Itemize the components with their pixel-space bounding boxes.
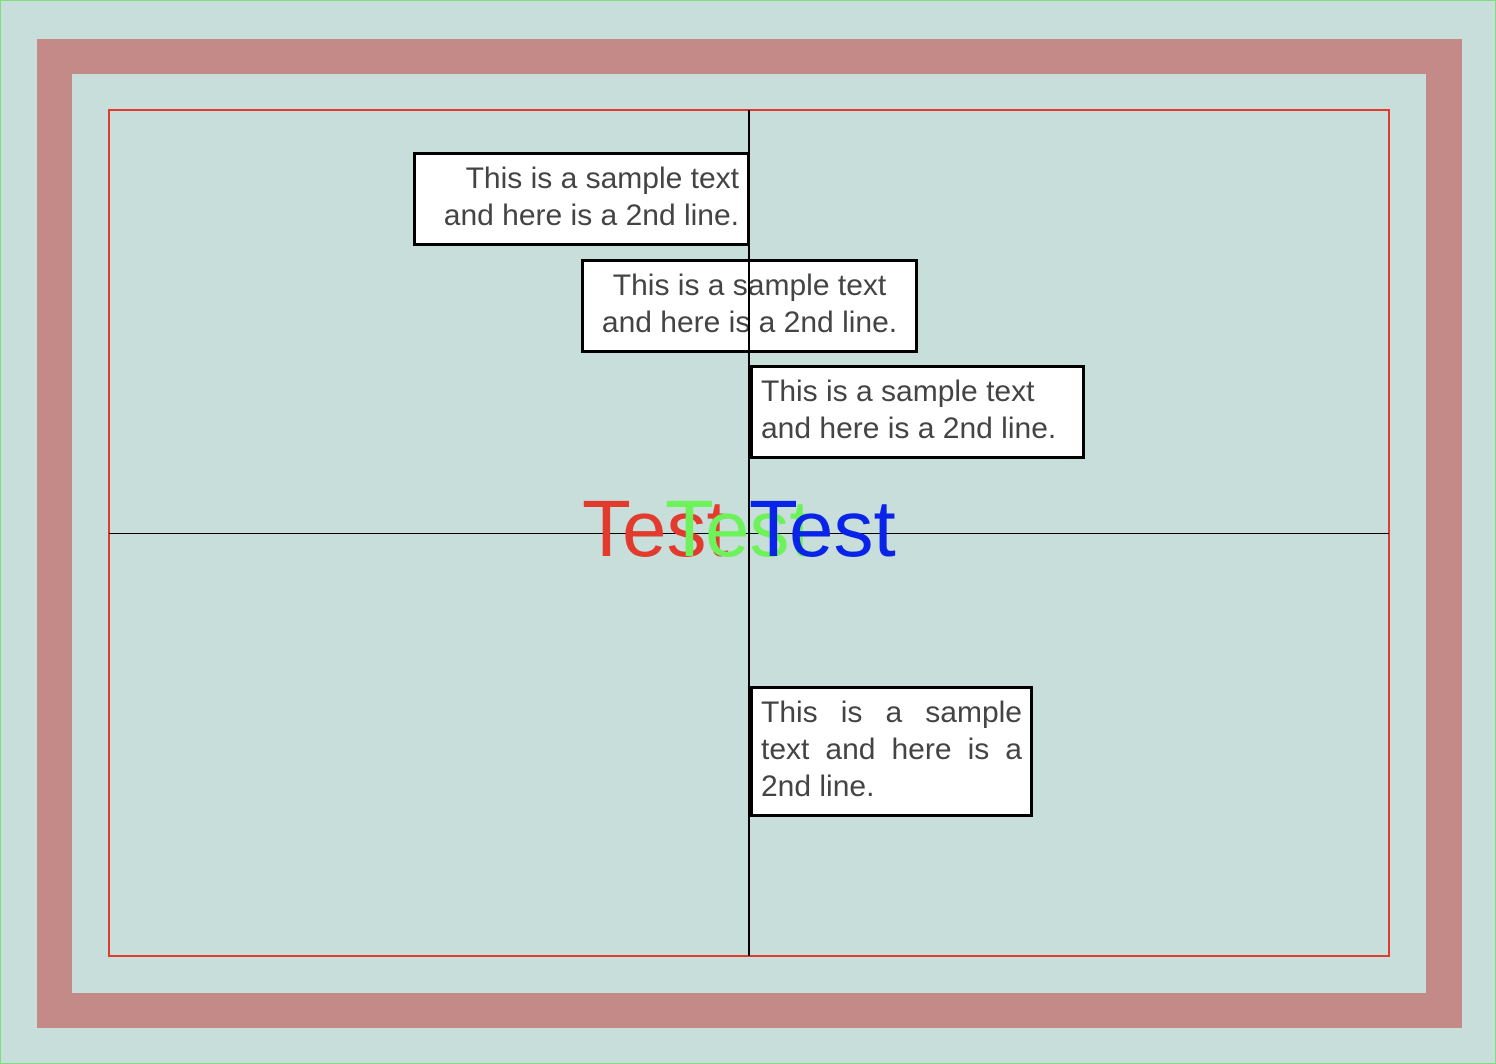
test-label-blue: Test — [749, 484, 896, 573]
text-box-line-1: This is a sample text — [761, 375, 1035, 408]
page-canvas: This is a sample text and here is a 2nd l… — [0, 0, 1496, 1064]
vertical-center-line-overlay — [748, 110, 750, 956]
text-box-line-2: and here is a 2nd line. — [761, 412, 1057, 445]
text-box-justified: This is a sample text and here is a 2nd … — [750, 686, 1033, 817]
text-box-line-1: This is a sample text — [465, 162, 739, 195]
text-box-left-aligned: This is a sample text and here is a 2nd l… — [750, 365, 1085, 459]
text-box-right-aligned: This is a sample text and here is a 2nd l… — [413, 152, 750, 246]
text-box-full-text: This is a sample text and here is a 2nd … — [761, 696, 1022, 803]
text-box-line-2: and here is a 2nd line. — [443, 199, 739, 232]
